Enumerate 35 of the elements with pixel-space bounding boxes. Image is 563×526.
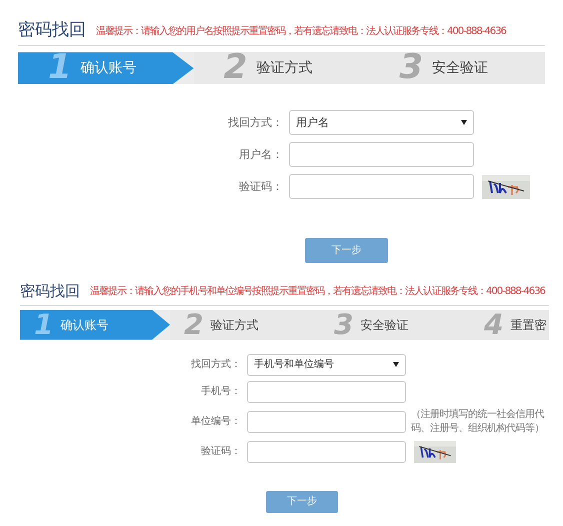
input-field[interactable] [247, 410, 406, 433]
field-label: 找回方式： [227, 114, 284, 130]
field-label: 验证码： [238, 178, 284, 194]
step-number: 1 [48, 52, 73, 84]
caret-icon [393, 362, 399, 368]
step-label: 验证方式 [256, 58, 312, 78]
input-field[interactable] [247, 380, 406, 403]
page-title: 密码找回 [20, 282, 80, 301]
field-label: 验证码： [200, 445, 242, 460]
captcha-field[interactable] [289, 174, 474, 200]
field-label: 用户名： [238, 146, 284, 162]
hint-text: （注册时填写的统一社会信用代码、注册号、组织机构代码等） [411, 408, 546, 436]
field-label: 手机号： [200, 384, 242, 400]
step-number: 2 [224, 52, 248, 84]
step-number: 1 [34, 310, 54, 340]
step-label: 安全验证 [360, 316, 408, 334]
notice-text: 温馨提示：请输入您的用户名按照提示重置密码，若有遗忘请致电：法人认证服务专线：400-888-4636 [96, 24, 506, 40]
select-field[interactable]: 手机号和单位编号 [247, 354, 406, 376]
captcha-field[interactable] [247, 440, 406, 463]
page-title: 密码找回 [18, 20, 86, 42]
step-number: 3 [399, 52, 424, 84]
step-label: 确认账号 [80, 58, 137, 78]
step-number: 4 [484, 310, 504, 340]
step-label: 安全验证 [432, 58, 488, 78]
step-label: 确认账号 [60, 316, 108, 334]
step-label: 重置密 [510, 316, 546, 334]
notice-text: 温馨提示：请输入您的手机号和单位编号按照提示重置密码，若有遗忘请致电：法人认证服务专线：400-888-4636 [90, 284, 545, 299]
field-label: 单位编号： [190, 414, 242, 430]
step-number: 2 [184, 310, 204, 340]
input-field[interactable] [289, 142, 474, 168]
field-label: 找回方式： [190, 358, 242, 372]
select-field[interactable]: 用户名 [289, 110, 474, 136]
caret-icon [461, 120, 467, 126]
step-number: 3 [334, 310, 354, 340]
step-label: 验证方式 [210, 316, 258, 334]
